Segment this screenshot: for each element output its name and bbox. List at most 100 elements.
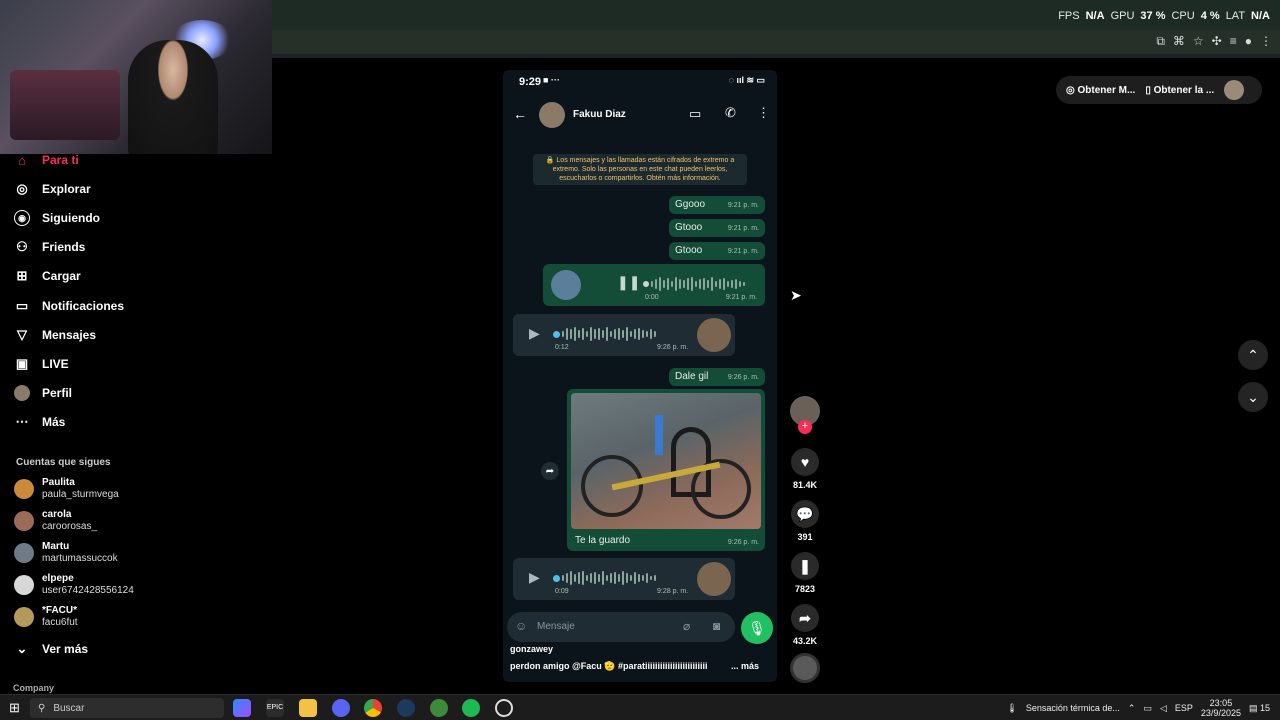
search-icon: ⚲	[38, 702, 46, 714]
avatar	[14, 607, 34, 627]
sidebar-item-explorar[interactable]: ◎ Explorar	[14, 181, 91, 197]
sidebar-item-siguiendo[interactable]: ◉ Siguiendo	[14, 210, 100, 226]
like-button[interactable]: ♥ 81.4K	[790, 448, 820, 490]
share-button[interactable]: ➦ 43.2K	[790, 604, 820, 646]
language-indicator[interactable]: ESP	[1175, 703, 1193, 713]
following-account[interactable]: Paulita paula_sturmvega	[14, 477, 119, 501]
company-link[interactable]: Company	[13, 683, 54, 693]
avatar	[697, 562, 731, 596]
play-icon[interactable]: ▶	[529, 325, 540, 342]
save-button[interactable]: ❚ 7823	[790, 552, 820, 594]
sidebar-item-notificaciones[interactable]: ▭ Notificaciones	[14, 298, 124, 314]
app-icon[interactable]	[495, 699, 513, 717]
taskbar-search[interactable]: ⚲ Buscar	[30, 698, 224, 718]
avatar	[14, 479, 34, 499]
xbox-icon[interactable]	[430, 699, 448, 717]
cpu-value: 4 %	[1200, 10, 1220, 22]
video-call-icon[interactable]: ▭	[689, 106, 701, 122]
get-model-label: Obtener M...	[1077, 84, 1136, 96]
next-video-button[interactable]: ⌄	[1238, 382, 1268, 412]
video-player[interactable]: 9:29 ■ ··· ◌ ııl ≋ ▭ ← Fakuu Diaz ▭ ✆ ⋮ …	[503, 70, 777, 682]
music-disc-icon[interactable]	[790, 653, 820, 683]
sidebar-item-mas[interactable]: ⋯ Más	[14, 414, 66, 430]
system-tray: 🌡 Sensación térmica de... ⌃ ▭ ◁ ESP 23:0…	[1006, 698, 1270, 718]
notification-count: 15	[1259, 702, 1270, 713]
volume-icon[interactable]: ◁	[1160, 703, 1167, 714]
chrome-icon[interactable]	[364, 699, 382, 717]
contact-avatar[interactable]	[539, 102, 565, 128]
caption-more-link[interactable]: ... más	[731, 661, 759, 671]
play-icon[interactable]: ▶	[529, 569, 540, 586]
following-account[interactable]: Martu martumassuccok	[14, 541, 118, 565]
video-author[interactable]: gonzawey	[510, 644, 553, 654]
sidebar-item-label: Explorar	[42, 182, 91, 196]
weather-text[interactable]: Sensación térmica de...	[1026, 703, 1120, 713]
account-name: Paulita	[42, 477, 75, 488]
received-voice-message: ▶ 0:09 9:28 p. m.	[513, 558, 735, 600]
sidebar-item-mensajes[interactable]: ▽ Mensajes	[14, 327, 96, 343]
sidebar-item-live[interactable]: ▣ LIVE	[14, 356, 69, 372]
following-account[interactable]: elpepe user6742428556124	[14, 573, 134, 597]
copilot-icon[interactable]	[233, 699, 251, 717]
bicycle-photo[interactable]	[571, 393, 761, 529]
heart-icon: ♥	[791, 448, 819, 476]
following-account[interactable]: carola caroorosas_	[14, 509, 97, 533]
share-icon: ➦	[791, 604, 819, 632]
file-explorer-icon[interactable]	[299, 699, 317, 717]
webcam-overlay	[0, 0, 272, 154]
discord-icon[interactable]	[332, 699, 350, 717]
phone-call-icon[interactable]: ✆	[725, 105, 736, 121]
windows-start-icon[interactable]: ⊞	[9, 700, 20, 716]
voice-waveform[interactable]	[643, 276, 745, 292]
account-username: facu6fut	[42, 617, 78, 628]
following-account[interactable]: *FACU* facu6fut	[14, 605, 78, 629]
chevron-down-icon: ⌄	[1247, 388, 1259, 405]
gpu-label: GPU	[1110, 10, 1135, 22]
previous-video-button[interactable]: ⌃	[1238, 340, 1268, 370]
sidebar-item-para-ti[interactable]: ⌂ Para ti	[14, 152, 79, 168]
get-model-button[interactable]: ◎ Obtener M...	[1066, 85, 1135, 96]
attach-icon[interactable]: ⌀	[683, 619, 690, 633]
back-arrow-icon[interactable]: ←	[513, 106, 527, 122]
translate-icon[interactable]: ⌘	[1173, 34, 1185, 49]
upload-icon: ⊞	[16, 268, 28, 283]
chevron-up-icon[interactable]: ⌃	[1128, 703, 1136, 714]
menu-dots-icon[interactable]: ⋮	[757, 105, 770, 121]
avatar	[697, 318, 731, 352]
sidebar-item-perfil[interactable]: Perfil	[14, 385, 72, 401]
sidebar-item-cargar[interactable]: ⊞ Cargar	[14, 268, 81, 284]
follow-plus-icon[interactable]: +	[798, 420, 812, 434]
message-input[interactable]: Mensaje	[537, 621, 575, 632]
steam-icon[interactable]	[397, 699, 415, 717]
voice-waveform[interactable]	[553, 326, 656, 342]
comment-button[interactable]: 💬 391	[790, 500, 820, 542]
sidebar-item-friends[interactable]: ⚇ Friends	[14, 239, 85, 255]
voice-waveform[interactable]	[553, 570, 656, 586]
menu-dots-icon[interactable]: ⋮	[1260, 34, 1272, 49]
star-icon[interactable]: ☆	[1193, 34, 1204, 49]
forward-icon[interactable]: ➦	[541, 462, 559, 480]
clock[interactable]: 23:05 23/9/2025	[1201, 698, 1241, 718]
playlist-icon[interactable]: ≡	[1230, 34, 1237, 49]
pause-icon[interactable]: ❚❚	[617, 274, 640, 291]
user-avatar[interactable]	[1224, 80, 1245, 100]
network-icon[interactable]: ▭	[1143, 703, 1152, 714]
notification-icon[interactable]: ▤ 15	[1249, 703, 1270, 714]
chevron-down-icon: ⌄	[16, 641, 28, 656]
cast-icon[interactable]: ⧉	[1156, 34, 1165, 49]
emoji-icon[interactable]: ☺	[515, 619, 527, 633]
clock-time: 23:05	[1209, 698, 1233, 708]
chat-header: ← Fakuu Diaz ▭ ✆ ⋮	[503, 92, 777, 136]
get-app-button[interactable]: ▯ Obtener la ...	[1145, 85, 1214, 96]
sidebar-item-label: Friends	[42, 240, 86, 254]
camera-icon[interactable]: ◙	[713, 619, 720, 633]
extensions-icon[interactable]: ✣	[1212, 34, 1222, 49]
profile-icon[interactable]: ●	[1245, 34, 1252, 49]
mic-icon[interactable]: 🎙	[741, 612, 773, 644]
epic-games-icon[interactable]: EPIC	[266, 699, 284, 717]
message-time: 9:28 p. m.	[657, 588, 689, 595]
contact-name[interactable]: Fakuu Diaz	[573, 109, 626, 120]
sidebar-item-label: LIVE	[42, 357, 69, 371]
spotify-icon[interactable]	[462, 699, 480, 717]
see-more-button[interactable]: ⌄ Ver más	[14, 641, 89, 657]
